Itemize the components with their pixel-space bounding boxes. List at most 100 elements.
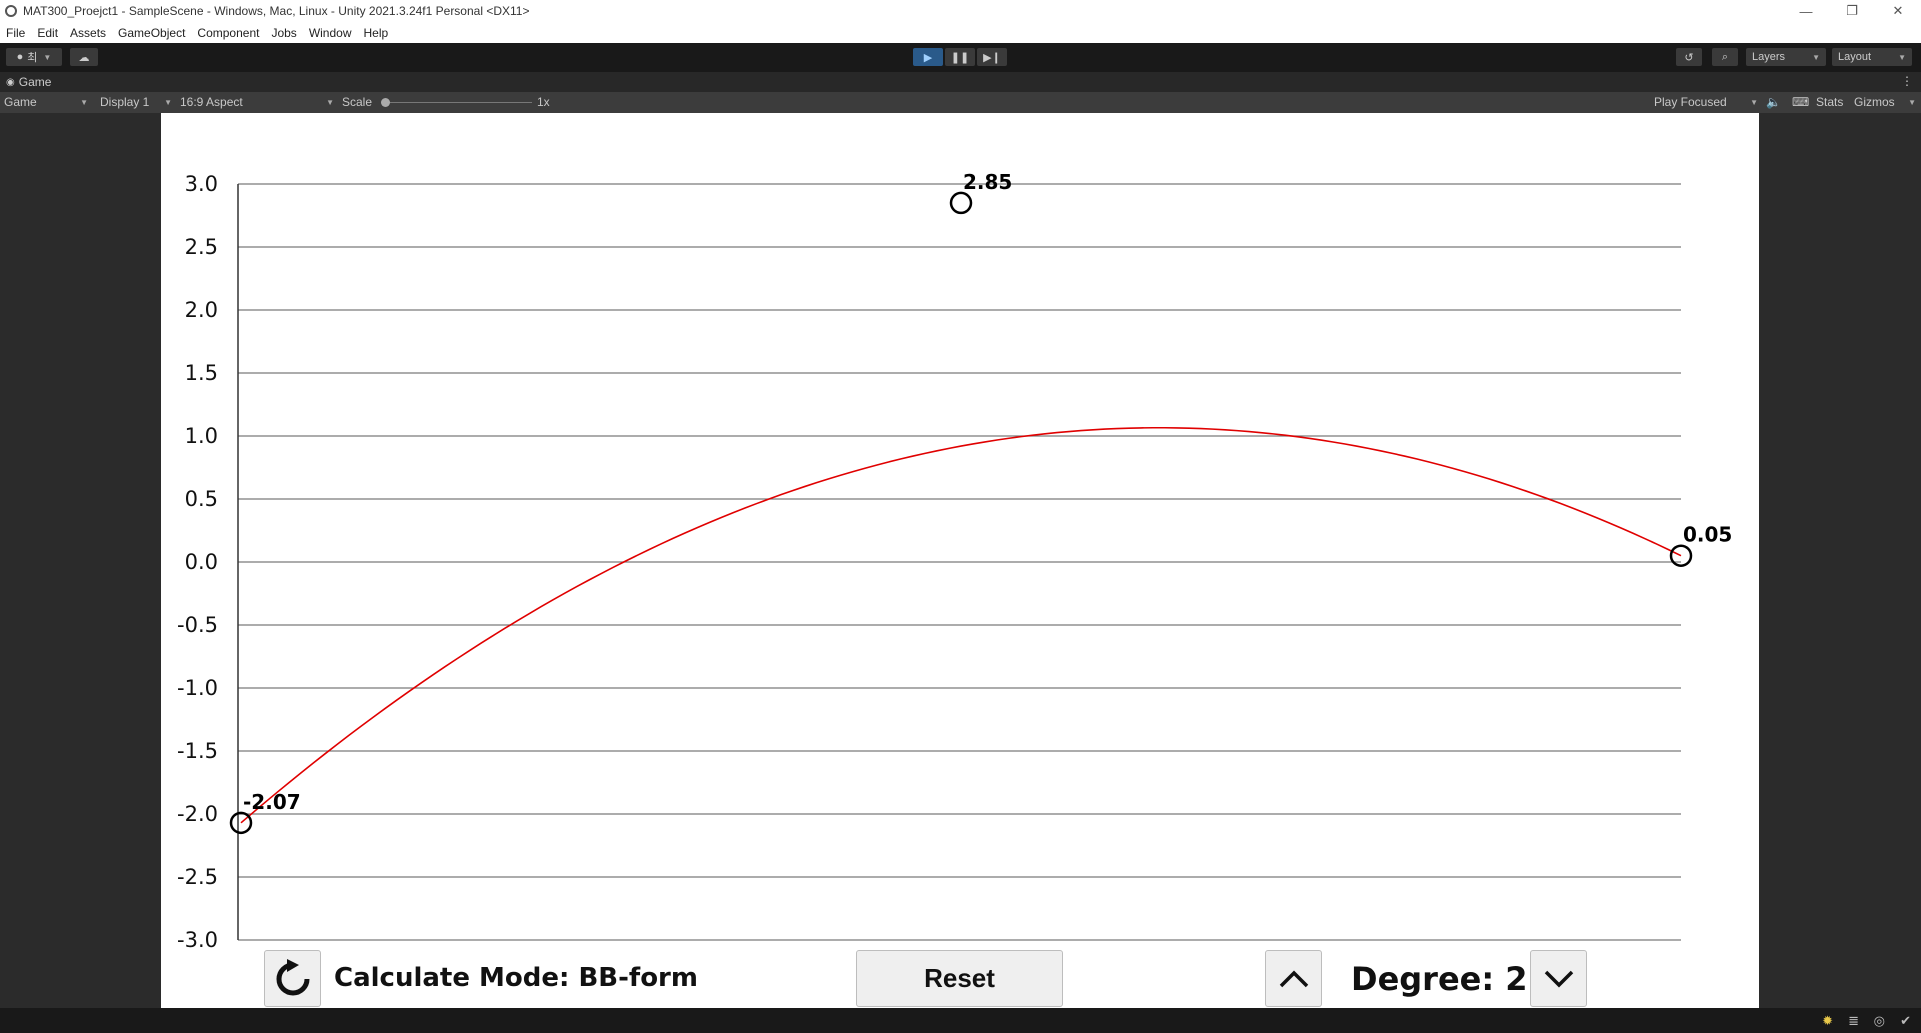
play-button[interactable]: ▶	[913, 48, 943, 66]
layers-label: Layers	[1752, 51, 1786, 63]
scale-slider-track[interactable]	[382, 102, 532, 103]
keyboard-shortcut-icon[interactable]: ⌨	[1792, 95, 1809, 109]
y-tick-label: 0.0	[185, 550, 218, 574]
pause-button[interactable]: ❚❚	[945, 48, 975, 66]
cloud-button[interactable]: ☁	[70, 48, 98, 66]
window-controls: — ❐ ✕	[1783, 0, 1921, 22]
y-tick-label: 1.0	[185, 424, 218, 448]
control-point-label: -2.07	[243, 790, 301, 814]
chevron-down-icon: ▼	[1898, 52, 1906, 62]
mode-dropdown[interactable]: Game ▼	[4, 95, 88, 109]
layers-dropdown[interactable]: Layers ▼	[1746, 48, 1826, 66]
tab-game[interactable]: ◉ Game	[6, 75, 51, 89]
game-screen: 3.0 2.5 2.0 1.5 1.0 0.5 0.0 -0.5 -1.0 -1.5 -2.0 -2.…	[161, 113, 1759, 1008]
play-focused-dropdown[interactable]: Play Focused ▼	[1654, 95, 1758, 109]
layout-dropdown[interactable]: Layout ▼	[1832, 48, 1912, 66]
status-bar: ✹ ≣ ◎ ✔	[0, 1008, 1921, 1033]
chevron-down-icon: ▼	[1812, 52, 1820, 62]
y-tick-label: -0.5	[177, 613, 218, 637]
toggle-mode-button[interactable]	[264, 950, 321, 1007]
window-title: MAT300_Proejct1 - SampleScene - Windows,…	[23, 4, 530, 18]
play-icon: ▶	[923, 51, 933, 64]
bezier-chart: 3.0 2.5 2.0 1.5 1.0 0.5 0.0 -0.5 -1.0 -1.5 -2.0 -2.…	[177, 170, 1732, 952]
search-icon: ⌕	[1721, 50, 1729, 63]
chevron-down-icon: ▼	[1750, 97, 1758, 107]
y-tick-label: 3.0	[185, 172, 218, 196]
degree-text: Degree: 2	[1351, 960, 1528, 998]
main-toolbar: ● 최 ▼ ☁ ▶ ❚❚ ▶❙ ↺ ⌕ Layers ▼ Layout ▼	[0, 43, 1921, 72]
y-tick-label: -1.0	[177, 676, 218, 700]
check-icon[interactable]: ✔	[1900, 1013, 1911, 1029]
y-tick-label: -2.5	[177, 865, 218, 889]
degree-up-button[interactable]	[1265, 950, 1322, 1007]
mute-audio-icon[interactable]: 🔈	[1766, 95, 1781, 109]
minimize-button[interactable]: —	[1783, 0, 1829, 22]
degree-down-button[interactable]	[1530, 950, 1587, 1007]
reset-button[interactable]: Reset	[856, 950, 1063, 1007]
menu-component[interactable]: Component	[191, 26, 265, 40]
chevron-down-icon: ▼	[326, 97, 334, 107]
search-button[interactable]: ⌕	[1712, 48, 1738, 66]
step-button[interactable]: ▶❙	[977, 48, 1007, 66]
more-options-icon[interactable]: ⋮	[1901, 74, 1913, 88]
step-icon: ▶❙	[983, 51, 1001, 64]
game-tab-header: ◉ Game ⋮	[0, 72, 1921, 92]
menu-help[interactable]: Help	[358, 26, 395, 40]
y-tick-label: -3.0	[177, 928, 218, 952]
debug-icon[interactable]: ✹	[1822, 1013, 1833, 1029]
aspect-label: 16:9 Aspect	[180, 95, 243, 109]
undo-history-button[interactable]: ↺	[1676, 48, 1702, 66]
aspect-dropdown[interactable]: 16:9 Aspect ▼	[180, 95, 334, 109]
title-bar: MAT300_Proejct1 - SampleScene - Windows,…	[0, 0, 1921, 22]
cloud-icon: ☁	[78, 51, 90, 64]
close-button[interactable]: ✕	[1875, 0, 1921, 22]
calculate-mode-text: Calculate Mode: BB-form	[334, 963, 698, 993]
scale-label: Scale	[342, 95, 373, 109]
gamepad-icon: ◉	[6, 76, 15, 88]
y-tick-label: 1.5	[185, 361, 218, 385]
unity-logo-icon	[5, 5, 17, 17]
gizmos-label: Gizmos	[1854, 95, 1895, 109]
account-icon: ●	[16, 51, 24, 63]
account-dropdown[interactable]: ● 최 ▼	[6, 48, 62, 66]
chevron-down-icon: ▼	[1908, 97, 1916, 107]
menu-edit[interactable]: Edit	[31, 26, 64, 40]
y-tick-label: 2.0	[185, 298, 218, 322]
menu-window[interactable]: Window	[303, 26, 358, 40]
chevron-down-icon: ▼	[43, 52, 52, 62]
menu-assets[interactable]: Assets	[64, 26, 112, 40]
gizmos-dropdown[interactable]: Gizmos ▼	[1854, 95, 1916, 109]
account-label: 최	[27, 52, 38, 64]
mode-label: Game	[4, 95, 37, 109]
chevron-down-icon: ▼	[80, 97, 88, 107]
menu-jobs[interactable]: Jobs	[265, 26, 302, 40]
menu-gameobject[interactable]: GameObject	[112, 26, 191, 40]
tab-game-label: Game	[18, 75, 52, 89]
menu-bar: File Edit Assets GameObject Component Jo…	[0, 22, 1921, 43]
y-tick-label: -2.0	[177, 802, 218, 826]
stack-icon[interactable]: ≣	[1848, 1013, 1859, 1029]
y-tick-label: -1.5	[177, 739, 218, 763]
y-tick-label: 0.5	[185, 487, 218, 511]
control-point	[949, 191, 973, 215]
chevron-down-icon	[1544, 970, 1573, 987]
scale-value: 1x	[537, 95, 550, 109]
play-focused-label: Play Focused	[1654, 95, 1727, 109]
control-point-label: 0.05	[1683, 523, 1732, 547]
layout-label: Layout	[1838, 51, 1872, 63]
history-icon: ↺	[1684, 51, 1694, 64]
chevron-down-icon: ▼	[164, 97, 172, 107]
restore-button[interactable]: ❐	[1829, 0, 1875, 22]
pause-icon: ❚❚	[950, 51, 970, 64]
stats-button[interactable]: Stats	[1816, 95, 1843, 109]
display-dropdown[interactable]: Display 1 ▼	[100, 95, 172, 109]
network-icon[interactable]: ◎	[1874, 1013, 1885, 1029]
scale-slider-handle[interactable]	[381, 98, 390, 107]
chevron-up-icon	[1279, 970, 1308, 987]
refresh-icon	[276, 958, 309, 995]
menu-file[interactable]: File	[0, 26, 31, 40]
display-label: Display 1	[100, 95, 150, 109]
y-tick-label: 2.5	[185, 235, 218, 259]
game-control-bar: Game ▼ Display 1 ▼ 16:9 Aspect ▼ Scale 1…	[0, 92, 1921, 113]
control-point-label: 2.85	[963, 170, 1012, 194]
